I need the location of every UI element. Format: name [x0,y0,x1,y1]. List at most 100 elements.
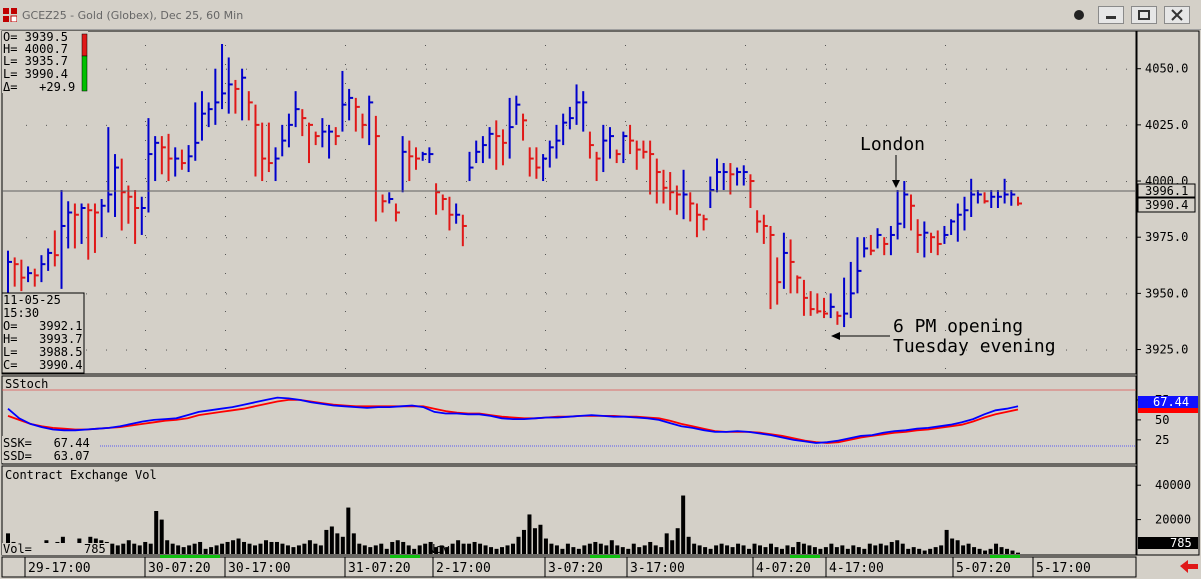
grid-dot [326,237,327,239]
volume-bar [840,545,845,554]
volume-bar [697,545,702,554]
volume-bar [521,529,526,554]
grid-dot [486,293,487,295]
grid-dot [26,124,27,126]
volume-bar [999,547,1004,554]
grid-dot [386,293,387,295]
grid-dot [786,349,787,351]
volume-bar [741,545,746,554]
grid-dot [786,181,787,183]
restore-icon [1138,10,1150,20]
grid-dot [326,349,327,351]
grid-dot [225,292,226,293]
grid-dot [246,293,247,295]
volume-bar [845,548,850,554]
grid-dot [745,330,746,331]
delta-color-bar-red [81,33,88,57]
grid-dot [945,178,946,179]
grid-dot [166,181,167,183]
grid-dot [906,181,907,183]
price-tick-label: 3950.0 [1145,286,1188,300]
scroll-right-arrow-icon[interactable] [1180,560,1198,573]
restore-button[interactable] [1131,6,1157,24]
grid-dot [1006,68,1007,70]
grid-dot [1086,293,1087,295]
grid-dot [846,237,847,239]
volume-bar [648,541,653,554]
close-button[interactable] [1164,6,1190,24]
grid-dot [626,349,627,351]
grid-dot [506,349,507,351]
grid-dot [625,45,626,46]
grid-dot [266,237,267,239]
grid-dot [1086,124,1087,126]
volume-bar [417,545,422,554]
grid-dot [726,237,727,239]
pin-button[interactable] [1066,6,1092,24]
grid-dot [986,293,987,295]
volume-bar [554,545,559,554]
grid-dot [766,124,767,126]
grid-dot [786,293,787,295]
minimize-button[interactable] [1098,6,1124,24]
grid-dot [186,293,187,295]
grid-dot [446,237,447,239]
grid-dot [225,368,226,369]
volume-bar [390,541,395,554]
grid-dot [486,349,487,351]
grid-dot [186,68,187,70]
time-tick-label: 4-07:20 [756,561,811,576]
grid-dot [226,237,227,239]
stoch-tick-label: 50 [1155,413,1169,427]
grid-dot [345,178,346,179]
volume-bar [812,547,817,554]
grid-dot [545,197,546,198]
grid-dot [346,68,347,70]
volume-bar [703,547,708,554]
grid-dot [266,293,267,295]
pin-icon [1074,10,1084,20]
volume-bar [423,543,428,554]
grid-dot [506,181,507,183]
grid-dot [266,68,267,70]
grid-dot [666,349,667,351]
grid-dot [1106,181,1107,183]
grid-dot [345,311,346,312]
grid-dot [546,293,547,295]
grid-dot [266,181,267,183]
grid-dot [886,124,887,126]
volume-bar [242,541,247,554]
grid-dot [106,124,107,126]
readout-high: H= 3993.7 [3,332,82,346]
grid-dot [406,124,407,126]
volume-bar [247,543,252,554]
grid-dot [86,181,87,183]
grid-dot [145,311,146,312]
volume-bar [900,543,905,554]
grid-dot [545,368,546,369]
grid-dot [606,68,607,70]
grid-dot [86,349,87,351]
grid-dot [986,237,987,239]
volume-bar [527,514,532,554]
grid-dot [825,45,826,46]
grid-dot [966,181,967,183]
grid-dot [426,181,427,183]
grid-dot [345,159,346,160]
grid-dot [425,121,426,122]
grid-dot [426,293,427,295]
readout-low: L= 3988.5 [3,345,82,359]
grid-dot [646,237,647,239]
grid-dot [166,124,167,126]
grid-dot [606,124,607,126]
grid-dot [746,68,747,70]
volume-bar [313,543,318,554]
volume-bar [939,545,944,554]
grid-dot [566,124,567,126]
readout-time: 15:30 [3,306,39,320]
grid-dot [826,349,827,351]
grid-dot [626,181,627,183]
volume-bar [500,547,505,554]
grid-dot [825,368,826,369]
volume-bar [730,547,735,554]
